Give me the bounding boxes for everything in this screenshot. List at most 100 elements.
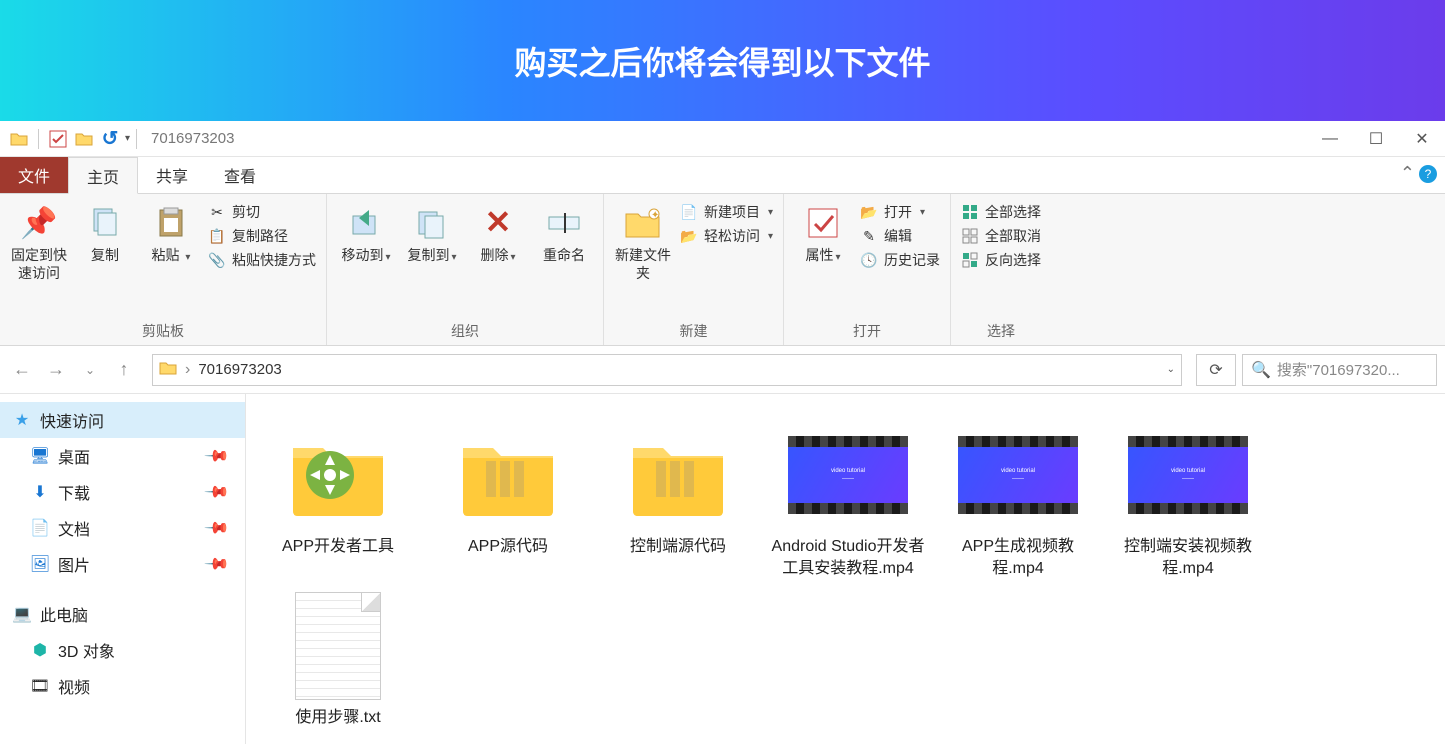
file-item[interactable]: 控制端源代码 — [594, 416, 762, 583]
properties-check-icon[interactable] — [48, 129, 68, 149]
up-button[interactable]: ↑ — [110, 356, 138, 384]
svg-text:✦: ✦ — [651, 210, 659, 221]
star-icon: ★ — [12, 410, 32, 430]
refresh-button[interactable]: ⟳ — [1196, 354, 1236, 386]
edit-button[interactable]: ✎编辑 — [860, 226, 940, 246]
help-icon[interactable]: ? — [1419, 165, 1437, 183]
file-name: 使用步骤.txt — [295, 707, 380, 729]
video-icon: 🎞 — [30, 676, 50, 696]
history-button[interactable]: 🕓历史记录 — [860, 250, 940, 270]
group-label: 组织 — [337, 319, 593, 343]
invert-selection-button[interactable]: 反向选择 — [961, 250, 1041, 270]
open-button[interactable]: 📂打开 ▾ — [860, 202, 940, 222]
tab-file[interactable]: 文件 — [0, 157, 68, 193]
address-bar-row: ← → ⌄ ↑ › 7016973203 ⌄ ⟳ 🔍 搜索"701697320.… — [0, 346, 1445, 394]
file-item[interactable]: APP开发者工具 — [254, 416, 422, 583]
paste-icon — [152, 204, 190, 242]
copy-to-icon — [413, 204, 451, 242]
maximize-button[interactable]: ☐ — [1353, 121, 1399, 157]
file-item[interactable]: 使用步骤.txt — [254, 587, 422, 733]
pc-icon: 💻 — [12, 604, 32, 624]
close-button[interactable]: ✕ — [1399, 121, 1445, 157]
search-placeholder: 搜索"701697320... — [1277, 359, 1400, 380]
easy-access-icon: 📂 — [680, 227, 698, 245]
select-none-icon — [961, 227, 979, 245]
history-icon: 🕓 — [860, 251, 878, 269]
easy-access-button[interactable]: 📂轻松访问 ▾ — [680, 226, 773, 246]
copy-button[interactable]: 复制 — [76, 200, 134, 264]
search-box[interactable]: 🔍 搜索"701697320... — [1242, 354, 1437, 386]
undo-icon[interactable]: ↺ — [100, 129, 120, 149]
collapse-ribbon-icon[interactable]: ⌃ — [1400, 163, 1415, 184]
ribbon-group-clipboard: 📌 固定到快速访问 复制 粘贴 ▾ ✂剪切 📋复制路径 📎粘贴快捷方式 剪贴板 — [0, 194, 327, 345]
new-item-icon: 📄 — [680, 203, 698, 221]
tab-share[interactable]: 共享 — [138, 157, 206, 193]
move-icon — [347, 204, 385, 242]
group-label: 打开 — [794, 319, 940, 343]
address-dropdown-icon[interactable]: ⌄ — [1167, 364, 1175, 375]
folder-icon — [278, 420, 398, 530]
cut-button[interactable]: ✂剪切 — [208, 202, 316, 222]
minimize-button[interactable]: — — [1307, 121, 1353, 157]
folder-icon — [618, 420, 738, 530]
banner-title: 购买之后你将会得到以下文件 — [514, 38, 930, 84]
invert-icon — [961, 251, 979, 269]
copy-to-button[interactable]: 复制到▾ — [403, 200, 461, 264]
recent-dropdown[interactable]: ⌄ — [76, 356, 104, 384]
tab-home[interactable]: 主页 — [68, 157, 138, 194]
file-item[interactable]: video tutorial――APP生成视频教程.mp4 — [934, 416, 1102, 583]
sidebar-downloads[interactable]: ⬇ 下载📌 — [0, 474, 245, 510]
sidebar-desktop[interactable]: 🖥 桌面📌 — [0, 438, 245, 474]
select-all-button[interactable]: 全部选择 — [961, 202, 1041, 222]
sidebar-3d-objects[interactable]: ⬢ 3D 对象 — [0, 632, 245, 668]
file-name: APP开发者工具 — [282, 536, 394, 558]
file-item[interactable]: APP源代码 — [424, 416, 592, 583]
folder-icon — [159, 360, 177, 380]
sidebar-pictures[interactable]: 🖼 图片📌 — [0, 546, 245, 582]
move-to-button[interactable]: 移动到▾ — [337, 200, 395, 264]
download-icon: ⬇ — [30, 482, 50, 502]
pin-quick-access-button[interactable]: 📌 固定到快速访问 — [10, 200, 68, 282]
file-item[interactable]: video tutorial――Android Studio开发者工具安装教程.… — [764, 416, 932, 583]
select-all-icon — [961, 203, 979, 221]
sidebar-this-pc[interactable]: 💻 此电脑 — [0, 596, 245, 632]
new-folder-icon: ✦ — [624, 204, 662, 242]
sidebar-videos[interactable]: 🎞 视频 — [0, 668, 245, 704]
new-folder-button[interactable]: ✦ 新建文件夹 — [614, 200, 672, 282]
ribbon-group-open: 属性▾ 📂打开 ▾ ✎编辑 🕓历史记录 打开 — [784, 194, 951, 345]
paste-button[interactable]: 粘贴 ▾ — [142, 200, 200, 264]
breadcrumb[interactable]: 7016973203 — [198, 361, 281, 378]
cube-icon: ⬢ — [30, 640, 50, 660]
rename-icon — [545, 204, 583, 242]
scissors-icon: ✂ — [208, 203, 226, 221]
shortcut-icon: 📎 — [208, 251, 226, 269]
copy-path-button[interactable]: 📋复制路径 — [208, 226, 316, 246]
folder-small-icon[interactable] — [74, 129, 94, 149]
pin-icon: 📌 — [203, 550, 231, 578]
tab-view[interactable]: 查看 — [206, 157, 274, 193]
file-name: APP源代码 — [468, 536, 548, 558]
delete-icon: ✕ — [479, 204, 517, 242]
forward-button[interactable]: → — [42, 356, 70, 384]
sidebar-quick-access[interactable]: ★ 快速访问 — [0, 402, 245, 438]
ribbon-group-organize: 移动到▾ 复制到▾ ✕ 删除▾ 重命名 组织 — [327, 194, 604, 345]
rename-button[interactable]: 重命名 — [535, 200, 593, 264]
sidebar-documents[interactable]: 📄 文档📌 — [0, 510, 245, 546]
ribbon-tabs: 文件 主页 共享 查看 ⌃ ? — [0, 157, 1445, 194]
pin-icon: 📌 — [203, 514, 231, 542]
properties-button[interactable]: 属性▾ — [794, 200, 852, 264]
back-button[interactable]: ← — [8, 356, 36, 384]
address-bar[interactable]: › 7016973203 ⌄ — [152, 354, 1182, 386]
delete-button[interactable]: ✕ 删除▾ — [469, 200, 527, 264]
properties-icon — [804, 204, 842, 242]
select-none-button[interactable]: 全部取消 — [961, 226, 1041, 246]
ribbon-group-select: 全部选择 全部取消 反向选择 选择 — [951, 194, 1051, 345]
qat-dropdown-icon[interactable]: ▾ — [125, 133, 130, 144]
edit-icon: ✎ — [860, 227, 878, 245]
nav-sidebar: ★ 快速访问 🖥 桌面📌 ⬇ 下载📌 📄 文档📌 🖼 图片📌 💻 此电脑 ⬢ 3… — [0, 394, 246, 744]
new-item-button[interactable]: 📄新建项目 ▾ — [680, 202, 773, 222]
file-item[interactable]: video tutorial――控制端安装视频教程.mp4 — [1104, 416, 1272, 583]
group-label: 选择 — [961, 319, 1041, 343]
window-title: 7016973203 — [151, 130, 234, 147]
paste-shortcut-button[interactable]: 📎粘贴快捷方式 — [208, 250, 316, 270]
